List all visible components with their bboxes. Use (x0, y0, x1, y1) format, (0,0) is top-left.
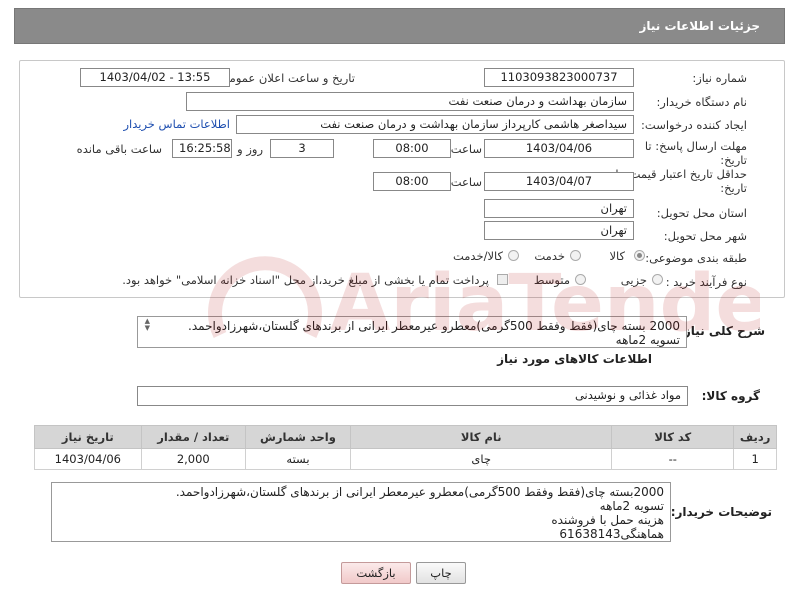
scroll-arrows-icon[interactable]: ▲ ▼ (140, 318, 150, 332)
province-label: استان محل تحویل: (656, 206, 747, 220)
cell-need-date: 1403/04/06 (34, 448, 142, 470)
buyer-org-label: نام دستگاه خریدار: (656, 95, 747, 109)
buyer-org-field: سازمان بهداشت و درمان صنعت نفت (186, 92, 634, 111)
col-header-unit: واحد شمارش (244, 425, 352, 449)
validity-date-field: 1403/04/07 (484, 172, 634, 191)
treasury-payment-note: پرداخت تمام یا بخشی از مبلغ خرید،از محل … (122, 273, 489, 287)
cell-name: چای (350, 448, 613, 470)
days-label: روز و (237, 142, 263, 156)
validity-time-field: 08:00 (373, 172, 451, 191)
need-number-field: 1103093823000737 (484, 68, 634, 87)
need-description-box[interactable]: ▲ ▼ 2000 بسته چای(فقط وفقط 500گرمی)معطرو … (137, 316, 687, 348)
cell-quantity: 2,000 (140, 448, 246, 470)
buyer-notes-label: توضیحات خریدار: (670, 505, 772, 519)
goods-group-field: مواد غذائی و نوشیدنی (137, 386, 688, 406)
category-option-service: خدمت (534, 249, 565, 263)
buyer-notes-line-2: تسویه 2ماهه (599, 499, 664, 513)
process-label: نوع فرآیند خرید : (665, 275, 747, 289)
col-header-name: نام کالا (350, 425, 613, 449)
category-radio-service[interactable] (570, 250, 581, 261)
goods-section-title: اطلاعات کالاهای مورد نیاز (497, 352, 652, 366)
need-description-label: شرح کلی نیاز: (679, 324, 765, 338)
city-label: شهر محل تحویل: (663, 229, 747, 243)
city-field: تهران (484, 221, 634, 240)
deadline-date-field: 1403/04/06 (484, 139, 634, 158)
col-header-need-date: تاریخ نیاز (34, 425, 142, 449)
deadline-time-label: ساعت (450, 142, 482, 156)
category-radio-goods[interactable] (634, 250, 645, 261)
goods-table-header-row: ردیف کد کالا نام کالا واحد شمارش تعداد /… (34, 425, 777, 449)
treasury-payment-checkbox[interactable] (497, 274, 508, 285)
days-remaining-field: 3 (270, 139, 334, 158)
need-number-label: شماره نیاز: (692, 71, 747, 85)
process-option-medium: متوسط (533, 273, 570, 287)
announce-datetime-label: تاریخ و ساعت اعلان عمومی: (216, 71, 355, 85)
validity-date-label: تاریخ: (720, 181, 747, 195)
col-header-code: کد کالا (611, 425, 735, 449)
goods-group-label: گروه کالا: (701, 389, 760, 403)
need-description-line-1: 2000 بسته چای(فقط وفقط 500گرمی)معطرو عیر… (188, 319, 680, 333)
goods-table: ردیف کد کالا نام کالا واحد شمارش تعداد /… (34, 425, 777, 470)
back-button[interactable]: بازگشت (341, 562, 411, 584)
category-option-goods-service: کالا/خدمت (452, 249, 503, 263)
cell-code: -- (611, 448, 735, 470)
validity-time-label: ساعت (450, 175, 482, 189)
cell-unit: بسته (244, 448, 352, 470)
deadline-date-label: تاریخ: (720, 153, 747, 167)
buyer-contact-link[interactable]: اطلاعات تماس خریدار (123, 117, 230, 131)
table-row: 1 -- چای بسته 2,000 1403/04/06 (34, 448, 777, 470)
category-radio-goods-service[interactable] (508, 250, 519, 261)
cell-row-number: 1 (733, 448, 777, 470)
print-button[interactable]: چاپ (416, 562, 466, 584)
creator-label: ایجاد کننده درخواست: (641, 118, 747, 132)
process-option-minor: جزیی (620, 273, 647, 287)
buyer-notes-line-3: هزینه حمل با فروشنده (551, 513, 664, 527)
col-header-quantity: تعداد / مقدار (140, 425, 246, 449)
buyer-notes-box[interactable]: 2000بسته چای(فقط وفقط 500گرمی)معطرو عیرم… (51, 482, 671, 542)
buyer-notes-line-4: هماهنگی61638143 (559, 527, 664, 541)
col-header-row-number: ردیف (733, 425, 777, 449)
buyer-notes-line-1: 2000بسته چای(فقط وفقط 500گرمی)معطرو عیرم… (175, 485, 664, 499)
page-header: جزئیات اطلاعات نیاز (14, 8, 785, 44)
need-description-line-2: تسویه 2ماهه (615, 333, 680, 347)
category-option-goods: کالا (609, 249, 625, 263)
category-label: طبقه بندی موضوعی: (645, 251, 747, 265)
deadline-time-field: 08:00 (373, 139, 451, 158)
announce-datetime-field: 1403/04/02 - 13:55 (80, 68, 230, 87)
remaining-time-field: 16:25:58 (172, 139, 232, 158)
page-title: جزئیات اطلاعات نیاز (639, 19, 760, 33)
province-field: تهران (484, 199, 634, 218)
process-radio-minor[interactable] (652, 274, 663, 285)
process-radio-medium[interactable] (575, 274, 586, 285)
validity-label: حداقل تاریخ اعتبار قیمت: تا (615, 167, 747, 181)
deadline-label: مهلت ارسال پاسخ: تا (644, 139, 747, 153)
creator-field: سیداصغر هاشمی کارپرداز سازمان بهداشت و د… (236, 115, 634, 134)
remaining-time-label: ساعت باقی مانده (76, 142, 162, 156)
